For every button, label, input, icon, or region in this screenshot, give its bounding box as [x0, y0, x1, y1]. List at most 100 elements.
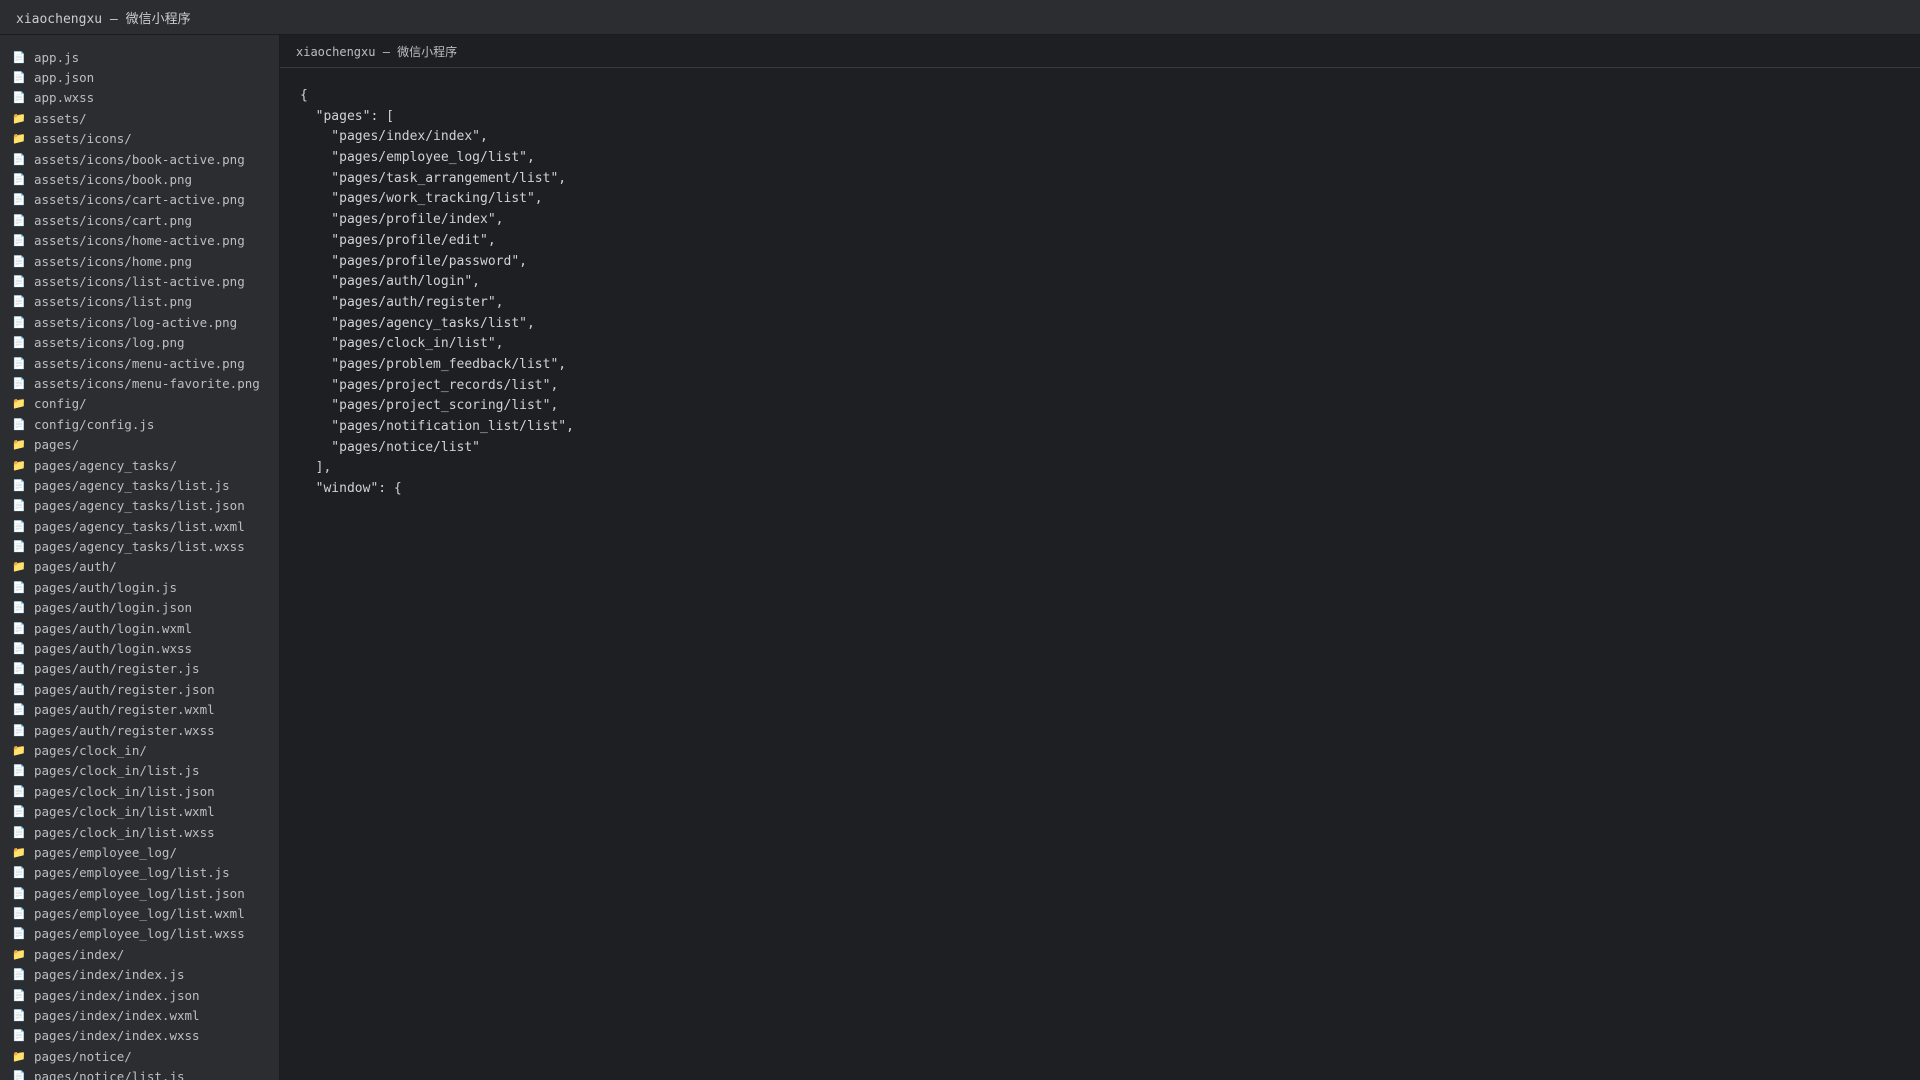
- sidebar-file-item[interactable]: 📄 pages/clock_in/list.wxml: [0, 801, 279, 821]
- folder-icon: 📁: [12, 947, 26, 961]
- file-name-label: pages/index/index.js: [34, 967, 185, 983]
- sidebar-file-item[interactable]: 📄 pages/auth/login.js: [0, 577, 279, 597]
- sidebar-file-item[interactable]: 📄 pages/clock_in/list.wxss: [0, 822, 279, 842]
- file-name-label: pages/agency_tasks/list.wxml: [34, 518, 245, 534]
- sidebar-folder-item[interactable]: 📁 pages/agency_tasks/: [0, 455, 279, 475]
- file-icon: 📄: [12, 91, 26, 105]
- sidebar-file-item[interactable]: 📄 pages/agency_tasks/list.wxss: [0, 536, 279, 556]
- file-name-label: pages/auth/login.json: [34, 600, 193, 616]
- file-name-label: pages/clock_in/list.wxml: [34, 804, 215, 820]
- sidebar-file-item[interactable]: 📄 pages/agency_tasks/list.js: [0, 475, 279, 495]
- sidebar-file-item[interactable]: 📄 pages/agency_tasks/list.wxml: [0, 516, 279, 536]
- sidebar-folder-item[interactable]: 📁 pages/: [0, 434, 279, 454]
- file-name-label: pages/auth/register.wxml: [34, 702, 215, 718]
- sidebar-file-item[interactable]: 📄 pages/employee_log/list.wxml: [0, 903, 279, 923]
- sidebar-folder-item[interactable]: 📁 pages/employee_log/: [0, 842, 279, 862]
- file-name-label: pages/clock_in/list.json: [34, 783, 215, 799]
- sidebar-file-item[interactable]: 📄 pages/clock_in/list.json: [0, 781, 279, 801]
- file-name-label: pages/auth/login.wxss: [34, 641, 193, 657]
- sidebar-file-item[interactable]: 📄 assets/icons/book-active.png: [0, 149, 279, 169]
- file-icon: 📄: [12, 682, 26, 696]
- file-icon: 📄: [12, 621, 26, 635]
- file-name-label: app.js: [34, 49, 80, 65]
- file-icon: 📄: [12, 1009, 26, 1023]
- sidebar-file-item[interactable]: 📄 app.js: [0, 47, 279, 67]
- file-icon: 📄: [12, 519, 26, 533]
- sidebar-file-item[interactable]: 📄 assets/icons/home-active.png: [0, 231, 279, 251]
- code-line: "pages/project_records/list",: [300, 377, 559, 393]
- file-name-label: pages/auth/login.wxml: [34, 620, 193, 636]
- file-icon: 📄: [12, 886, 26, 900]
- sidebar-file-item[interactable]: 📄 assets/icons/cart.png: [0, 210, 279, 230]
- file-name-label: pages/notice/list.js: [34, 1069, 185, 1080]
- sidebar-folder-item[interactable]: 📁 pages/notice/: [0, 1046, 279, 1066]
- sidebar-folder-item[interactable]: 📁 pages/clock_in/: [0, 740, 279, 760]
- sidebar-file-item[interactable]: 📄 pages/auth/register.wxss: [0, 720, 279, 740]
- file-icon: 📄: [12, 376, 26, 390]
- sidebar-file-item[interactable]: 📄 assets/icons/menu-active.png: [0, 353, 279, 373]
- file-name-label: pages/agency_tasks/list.wxss: [34, 539, 245, 555]
- file-icon: 📄: [12, 580, 26, 594]
- sidebar-file-item[interactable]: 📄 pages/auth/register.json: [0, 679, 279, 699]
- sidebar-folder-item[interactable]: 📁 assets/: [0, 108, 279, 128]
- file-name-label: config/: [34, 396, 87, 412]
- editor-tab-header: xiaochengxu — 微信小程序: [280, 35, 1920, 68]
- sidebar-file-item[interactable]: 📄 pages/agency_tasks/list.json: [0, 496, 279, 516]
- sidebar-file-item[interactable]: 📄 assets/icons/log-active.png: [0, 312, 279, 332]
- sidebar-folder-item[interactable]: 📁 pages/index/: [0, 944, 279, 964]
- sidebar-file-item[interactable]: 📄 pages/index/index.wxss: [0, 1026, 279, 1046]
- file-icon: 📄: [12, 213, 26, 227]
- file-name-label: pages/clock_in/list.wxss: [34, 824, 215, 840]
- sidebar-file-item[interactable]: 📄 pages/employee_log/list.wxss: [0, 924, 279, 944]
- sidebar-file-item[interactable]: 📄 pages/auth/login.wxss: [0, 638, 279, 658]
- file-name-label: assets/icons/cart.png: [34, 212, 193, 228]
- file-name-label: pages/clock_in/: [34, 742, 147, 758]
- file-icon: 📄: [12, 478, 26, 492]
- file-name-label: app.json: [34, 70, 95, 86]
- sidebar-file-item[interactable]: 📄 assets/icons/log.png: [0, 332, 279, 352]
- file-name-label: pages/clock_in/list.js: [34, 763, 200, 779]
- file-icon: 📄: [12, 1070, 26, 1080]
- file-icon: 📄: [12, 173, 26, 187]
- sidebar-file-item[interactable]: 📄 pages/auth/register.js: [0, 659, 279, 679]
- file-icon: 📄: [12, 71, 26, 85]
- file-name-label: pages/index/index.wxml: [34, 1008, 200, 1024]
- code-line: "pages": [: [300, 108, 394, 124]
- file-name-label: assets/icons/book-active.png: [34, 151, 245, 167]
- sidebar-file-item[interactable]: 📄 pages/index/index.js: [0, 965, 279, 985]
- file-icon: 📄: [12, 866, 26, 880]
- sidebar-file-item[interactable]: 📄 assets/icons/home.png: [0, 251, 279, 271]
- file-name-label: pages/auth/login.js: [34, 579, 177, 595]
- sidebar-file-item[interactable]: 📄 pages/employee_log/list.json: [0, 883, 279, 903]
- sidebar-file-item[interactable]: 📄 pages/auth/login.wxml: [0, 618, 279, 638]
- code-view[interactable]: { "pages": [ "pages/index/index", "pages…: [280, 68, 1920, 500]
- sidebar-file-item[interactable]: 📄 pages/index/index.wxml: [0, 1005, 279, 1025]
- file-tree: 📄 app.js 📄 app.json 📄 app.wxss 📁 assets/ 📁 assets…: [0, 35, 279, 1080]
- sidebar-file-item[interactable]: 📄 pages/clock_in/list.js: [0, 761, 279, 781]
- folder-icon: 📁: [12, 560, 26, 574]
- sidebar-file-item[interactable]: 📄 assets/icons/book.png: [0, 169, 279, 189]
- sidebar-file-item[interactable]: 📄 config/config.js: [0, 414, 279, 434]
- file-icon: 📄: [12, 805, 26, 819]
- sidebar-file-item[interactable]: 📄 assets/icons/list.png: [0, 292, 279, 312]
- sidebar-file-item[interactable]: 📄 pages/auth/register.wxml: [0, 700, 279, 720]
- file-icon: 📄: [12, 703, 26, 717]
- code-line: "pages/auth/login",: [300, 274, 481, 290]
- sidebar-file-item[interactable]: 📄 assets/icons/cart-active.png: [0, 190, 279, 210]
- sidebar-file-item[interactable]: 📄 pages/auth/login.json: [0, 598, 279, 618]
- sidebar-folder-item[interactable]: 📁 assets/icons/: [0, 129, 279, 149]
- sidebar-folder-item[interactable]: 📁 config/: [0, 394, 279, 414]
- sidebar-file-item[interactable]: 📄 pages/notice/list.js: [0, 1067, 279, 1080]
- folder-icon: 📁: [12, 397, 26, 411]
- code-line: ],: [300, 460, 332, 476]
- sidebar-file-item[interactable]: 📄 pages/employee_log/list.js: [0, 863, 279, 883]
- sidebar-file-item[interactable]: 📄 pages/index/index.json: [0, 985, 279, 1005]
- file-icon: 📄: [12, 417, 26, 431]
- sidebar-file-item[interactable]: 📄 app.json: [0, 67, 279, 87]
- file-name-label: assets/icons/list-active.png: [34, 273, 245, 289]
- sidebar-file-item[interactable]: 📄 assets/icons/list-active.png: [0, 271, 279, 291]
- sidebar-file-item[interactable]: 📄 app.wxss: [0, 88, 279, 108]
- sidebar-file-item[interactable]: 📄 assets/icons/menu-favorite.png: [0, 373, 279, 393]
- sidebar-folder-item[interactable]: 📁 pages/auth/: [0, 557, 279, 577]
- file-explorer-sidebar[interactable]: 📄 app.js 📄 app.json 📄 app.wxss 📁 assets/ 📁 assets…: [0, 35, 280, 1080]
